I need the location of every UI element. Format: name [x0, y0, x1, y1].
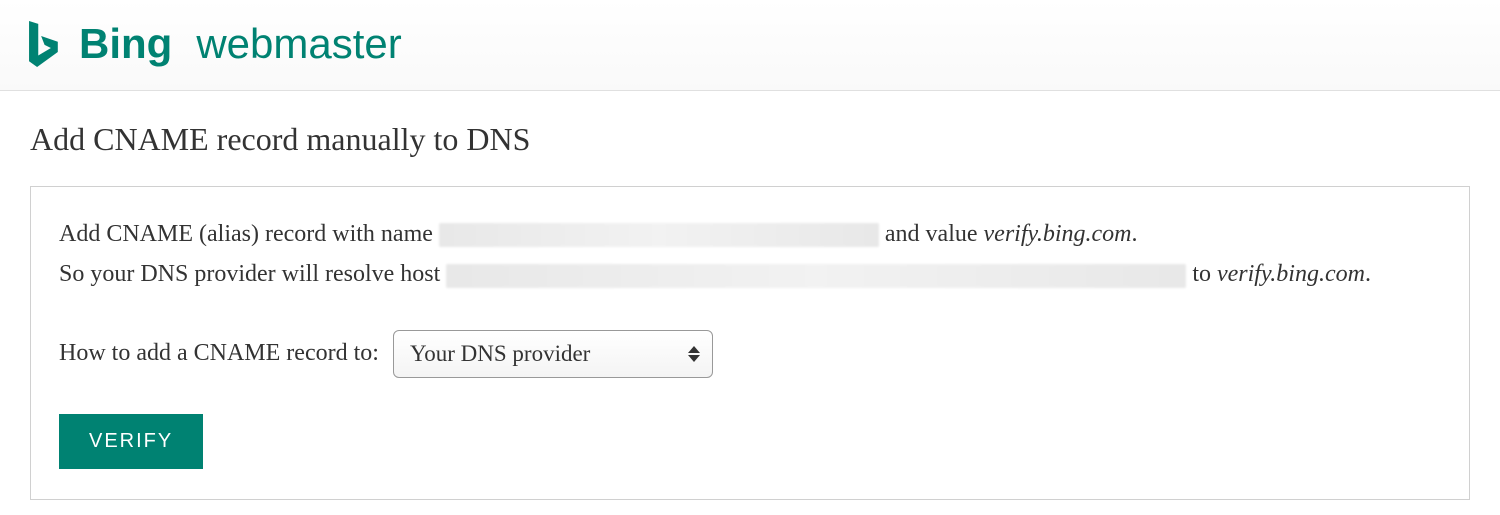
- header: Bing webmaster: [0, 0, 1500, 91]
- instruction-line-1: Add CNAME (alias) record with name and v…: [59, 215, 1441, 253]
- dns-select-label: How to add a CNAME record to:: [59, 340, 379, 367]
- redacted-cname-name: [439, 223, 879, 247]
- instruction-line-2: So your DNS provider will resolve host t…: [59, 255, 1441, 293]
- verify-button[interactable]: VERIFY: [59, 414, 203, 469]
- redacted-host: [446, 264, 1186, 288]
- instruction-text: .: [1365, 261, 1371, 287]
- cname-value: verify.bing.com: [984, 221, 1132, 247]
- dns-provider-select[interactable]: Your DNS provider: [393, 330, 713, 378]
- bing-icon: [25, 21, 63, 67]
- dns-provider-row: How to add a CNAME record to: Your DNS p…: [59, 330, 1441, 378]
- bing-logo: Bing webmaster: [25, 20, 402, 68]
- select-arrows-icon: [688, 346, 700, 362]
- instruction-box: Add CNAME (alias) record with name and v…: [30, 186, 1470, 500]
- instruction-text: .: [1132, 221, 1138, 247]
- instruction-text: Add CNAME (alias) record with name: [59, 221, 439, 247]
- brand-name: Bing: [79, 20, 172, 68]
- product-name: webmaster: [196, 20, 401, 68]
- resolve-value: verify.bing.com: [1217, 261, 1365, 287]
- instruction-text: to: [1192, 261, 1217, 287]
- instruction-text: and value: [885, 221, 984, 247]
- dns-select-value: Your DNS provider: [410, 341, 590, 367]
- page-title: Add CNAME record manually to DNS: [30, 121, 1470, 158]
- instruction-text: So your DNS provider will resolve host: [59, 261, 446, 287]
- content: Add CNAME record manually to DNS Add CNA…: [0, 91, 1500, 500]
